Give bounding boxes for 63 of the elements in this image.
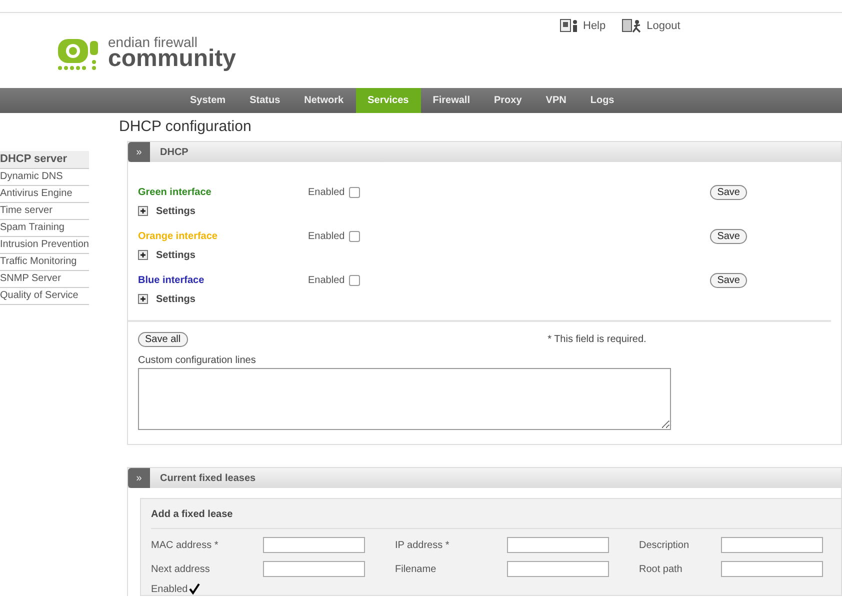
settings-label[interactable]: Settings	[156, 206, 196, 216]
panel-title: DHCP	[160, 146, 188, 158]
nav-tab[interactable]: System	[178, 88, 238, 113]
enabled-label: Enabled	[308, 230, 345, 242]
sidebar-item[interactable]: Intrusion Prevention	[0, 237, 89, 254]
sidebar-item[interactable]: Time server	[0, 203, 89, 220]
input-field[interactable]	[263, 537, 365, 553]
expand-icon	[138, 206, 148, 216]
input-field[interactable]	[507, 537, 609, 553]
field-label: Next address	[151, 564, 211, 574]
nav-tab[interactable]: Firewall	[420, 88, 482, 113]
field-label: Filename	[395, 564, 438, 574]
enabled-label: Enabled	[151, 584, 188, 594]
input-field[interactable]	[507, 561, 609, 577]
required-note: * This field is required.	[548, 334, 646, 345]
settings-label[interactable]: Settings	[156, 250, 196, 260]
interface-name: Green interface	[138, 186, 212, 198]
enabled-label: Enabled	[308, 274, 345, 286]
save-button[interactable]: Save	[710, 228, 747, 244]
sidebar-item[interactable]: Traffic Monitoring	[0, 254, 89, 271]
sidebar-item[interactable]: Dynamic DNS	[0, 169, 89, 186]
sidebar-item[interactable]: Spam Training	[0, 220, 89, 237]
sidebar-item[interactable]: DHCP server	[0, 151, 89, 169]
expand-icon	[138, 294, 148, 304]
enabled-checkbox[interactable]	[348, 274, 360, 286]
nav-tab[interactable]: Network	[292, 88, 356, 113]
logo-title: community	[108, 47, 236, 71]
collapse-toggle[interactable]: »	[128, 142, 150, 162]
field-label: Description	[639, 540, 690, 550]
field-label: MAC address *	[151, 540, 220, 550]
enabled-checkbox[interactable]	[188, 583, 200, 595]
enabled-label: Enabled	[308, 186, 345, 198]
save-button[interactable]: Save	[710, 272, 747, 288]
nav-tab[interactable]: VPN	[534, 88, 578, 113]
nav-tab[interactable]: Proxy	[482, 88, 534, 113]
header-link[interactable]: Logout	[622, 19, 680, 33]
nav-tab[interactable]: Logs	[578, 88, 626, 113]
save-all-button[interactable]: Save all	[138, 332, 188, 347]
save-button[interactable]: Save	[710, 184, 747, 200]
interface-name: Blue interface	[138, 274, 206, 286]
input-field[interactable]	[721, 561, 823, 577]
config-textarea[interactable]	[138, 368, 671, 430]
sidebar-item[interactable]: Antivirus Engine	[0, 186, 89, 203]
enabled-checkbox[interactable]	[348, 186, 360, 198]
logo-subtitle: endian firewall	[108, 35, 198, 49]
field-label: Custom configuration lines	[138, 355, 257, 366]
help-icon	[560, 19, 580, 33]
collapse-toggle[interactable]: »	[128, 468, 150, 488]
header-link[interactable]: Help	[560, 19, 606, 33]
page-title: DHCP configuration	[119, 118, 252, 135]
input-field[interactable]	[721, 537, 823, 553]
form-title: Add a fixed lease	[151, 509, 841, 529]
enabled-checkbox[interactable]	[348, 230, 360, 242]
nav-tab[interactable]: Status	[238, 88, 292, 113]
input-field[interactable]	[263, 561, 365, 577]
panel-title: Current fixed leases	[160, 472, 256, 484]
settings-label[interactable]: Settings	[156, 294, 196, 304]
field-label: IP address *	[395, 540, 450, 550]
sidebar-item[interactable]: Quality of Service	[0, 288, 89, 305]
sidebar-item[interactable]: SNMP Server	[0, 271, 89, 288]
interface-name: Orange interface	[138, 230, 218, 242]
field-label: Root path	[639, 564, 684, 574]
expand-icon	[138, 250, 148, 260]
